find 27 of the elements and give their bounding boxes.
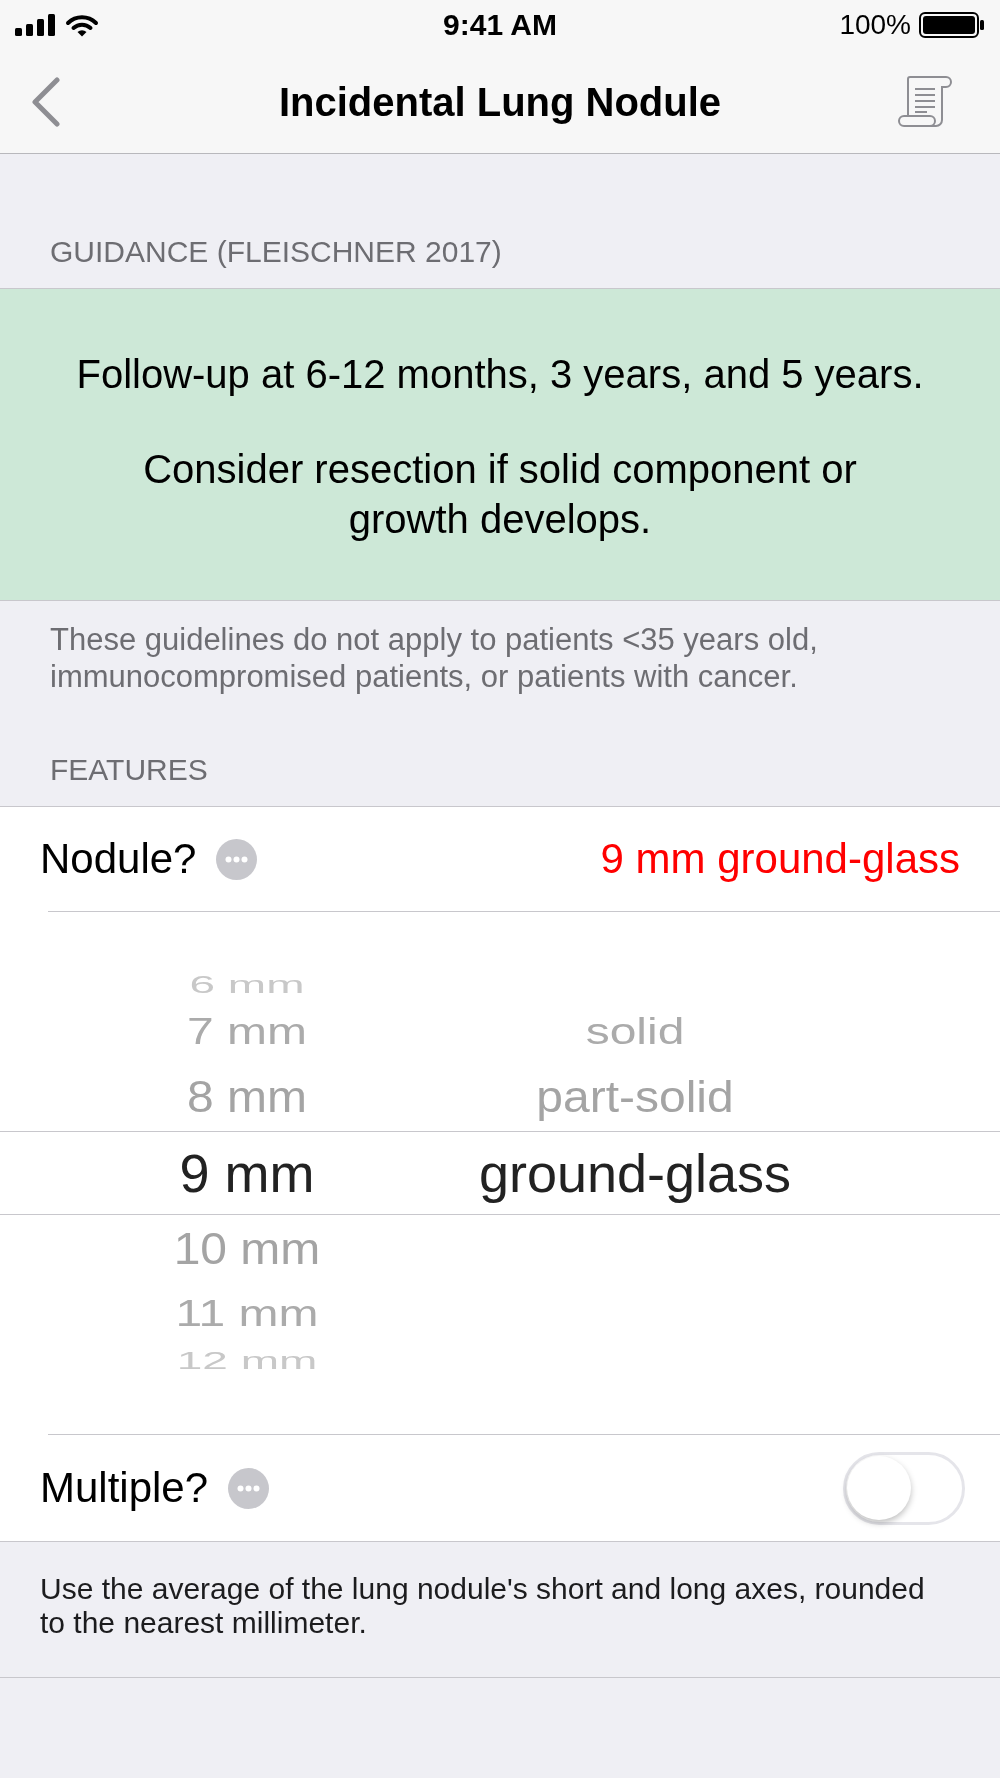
- ellipsis-icon[interactable]: [228, 1467, 270, 1509]
- nav-title: Incidental Lung Nodule: [278, 78, 722, 126]
- battery-icon: [919, 12, 985, 38]
- wifi-icon: [65, 13, 99, 37]
- back-icon[interactable]: [31, 76, 61, 127]
- status-time: 9:41 AM: [443, 7, 557, 43]
- picker-option[interactable]: 9 mm: [179, 1131, 315, 1215]
- section-header: GUIDANCE (FLEISCHNER 2017): [49, 234, 503, 270]
- picker-option[interactable]: solid: [585, 1000, 685, 1064]
- field-label: Nodule?: [40, 834, 197, 884]
- picker-option[interactable]: ground-glass: [478, 1131, 792, 1215]
- picker-option[interactable]: part-solid: [536, 1062, 734, 1132]
- section-header: FEATURES: [49, 752, 209, 788]
- field-value[interactable]: 9 mm ground-glass: [600, 834, 965, 884]
- signal-icon: [15, 14, 55, 36]
- ellipsis-icon[interactable]: [216, 838, 258, 880]
- guidance-text: Follow-up at 6-12 months, 3 years, and 5 years.: [76, 351, 924, 398]
- guidance-text: Consider resection if solid component or growth develops.: [142, 446, 858, 543]
- scroll-icon[interactable]: [897, 74, 953, 129]
- field-label: Multiple?: [40, 1463, 209, 1513]
- picker-option[interactable]: 11 mm: [175, 1282, 319, 1346]
- picker-option[interactable]: 8 mm: [187, 1062, 307, 1132]
- section-footer: Use the average of the lung nodule's short and long axes, rounded to the nearest millimeter.: [0, 1542, 1000, 1677]
- section-footer: These guidelines do not apply to patients <35 years old, immunocompromised patients, or patients with cancer.: [0, 601, 1000, 695]
- picker-option[interactable]: 10 mm: [173, 1214, 321, 1284]
- battery-percentage: 100%: [839, 8, 911, 42]
- picker-option[interactable]: 7 mm: [187, 1000, 307, 1064]
